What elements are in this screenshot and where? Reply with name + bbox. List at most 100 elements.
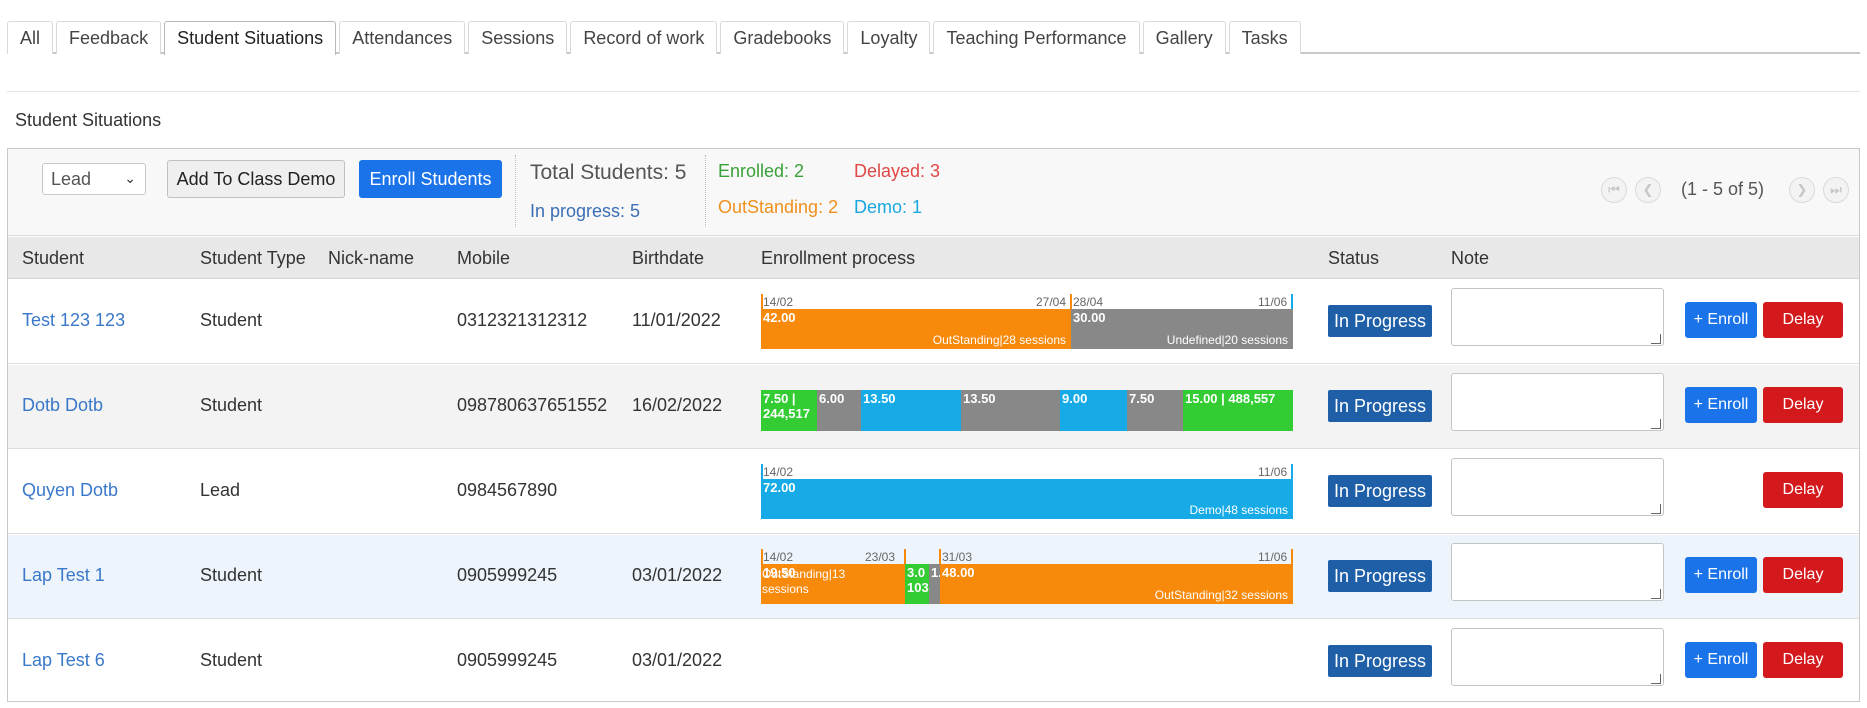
enroll-button[interactable]: + Enroll (1685, 387, 1757, 423)
col-mobile: Mobile (457, 248, 511, 268)
note-textarea[interactable] (1451, 628, 1664, 686)
col-note: Note (1451, 248, 1490, 268)
table-row: Lap Test 6 Student 0905999245 03/01/2022… (8, 620, 1859, 704)
student-name-link[interactable]: Lap Test 6 (22, 650, 105, 671)
segment-value: 9.00 (1062, 391, 1088, 406)
enrolled-segment: 3.0 103 (905, 564, 929, 604)
delay-button[interactable]: Delay (1763, 302, 1843, 338)
delay-button[interactable]: Delay (1763, 387, 1843, 423)
enroll-button[interactable]: + Enroll (1685, 642, 1757, 678)
demo-count: Demo: 1 (854, 197, 923, 217)
next-page-icon[interactable]: ❯ (1789, 177, 1815, 203)
undefined-segment: 30.00 Undefined|20 sessions (1071, 309, 1293, 349)
student-name-link[interactable]: Lap Test 1 (22, 565, 105, 586)
last-page-icon[interactable]: ⏭ (1823, 177, 1849, 203)
undefined-segment: 1. (929, 564, 940, 604)
enroll-students-button[interactable]: Enroll Students (359, 160, 502, 198)
segment-label: Undefined|20 sessions (1166, 333, 1288, 347)
resize-handle[interactable] (1651, 504, 1661, 514)
outstanding-segment: 19.50 OutStanding|13 sessions (761, 564, 905, 604)
table-row: Lap Test 1 Student 0905999245 03/01/2022… (8, 535, 1859, 619)
col-enrollment-process: Enrollment process (761, 248, 916, 268)
segment-value: 13.50 (963, 391, 996, 406)
tab-student-situations[interactable]: Student Situations (164, 21, 337, 55)
enrollment-process-bar: 14/02 11/06 72.00 Demo|48 sessions (761, 464, 1293, 519)
date-tick (904, 549, 906, 564)
note-textarea[interactable] (1451, 288, 1664, 346)
segment-value: 6.00 (819, 391, 845, 406)
table-row: Test 123 123 Student 0312321312312 11/01… (8, 280, 1859, 364)
in-progress-count: In progress: 5 (530, 201, 641, 221)
date-tick (1291, 549, 1293, 564)
type-filter-select[interactable]: Lead ⌄ (42, 163, 146, 195)
status-badge: In Progress (1328, 645, 1432, 677)
col-status: Status (1328, 248, 1380, 268)
col-nickname: Nick-name (328, 248, 415, 268)
first-page-icon[interactable]: ⏮ (1601, 177, 1627, 203)
tab-feedback[interactable]: Feedback (56, 21, 162, 54)
resize-handle[interactable] (1651, 419, 1661, 429)
tab-record-of-work[interactable]: Record of work (570, 21, 718, 54)
segment-value: 7.50 (1129, 391, 1155, 406)
enrollment-process-bar: 7.50 | 244,517 6.00 13.50 13.50 9.00 7.5… (761, 390, 1293, 431)
divider (7, 91, 1860, 92)
enrolled-segment: 15.00 | 488,557 (1183, 390, 1293, 431)
mobile: 0905999245 (457, 565, 558, 585)
enrolled-segment: 7.50 | 244,517 (761, 390, 817, 431)
tab-attendances[interactable]: Attendances (339, 21, 466, 54)
date-tick (939, 549, 941, 564)
delay-button[interactable]: Delay (1763, 557, 1843, 593)
segment-label: Demo|48 sessions (1189, 503, 1289, 517)
segment-value: 42.00 (763, 310, 796, 325)
resize-handle[interactable] (1651, 334, 1661, 344)
tab-gallery[interactable]: Gallery (1142, 21, 1226, 54)
resize-handle[interactable] (1651, 674, 1661, 684)
segment-value: 48.00 (942, 565, 975, 580)
note-textarea[interactable] (1451, 373, 1664, 431)
student-name-link[interactable]: Test 123 123 (22, 310, 125, 331)
tab-gradebooks[interactable]: Gradebooks (720, 21, 845, 54)
demo-segment: 72.00 Demo|48 sessions (761, 479, 1293, 519)
date-tick (1291, 464, 1293, 479)
enroll-button[interactable]: + Enroll (1685, 302, 1757, 338)
end-date: 11/06 (1258, 550, 1288, 564)
add-to-class-demo-button[interactable]: Add To Class Demo (167, 160, 345, 198)
select-value: Lead (51, 168, 92, 189)
delayed-count: Delayed: 3 (854, 161, 941, 181)
segment-value: 13.50 (863, 391, 896, 406)
enroll-button[interactable]: + Enroll (1685, 557, 1757, 593)
enrolled-count: Enrolled: 2 (718, 161, 805, 181)
resize-handle[interactable] (1651, 589, 1661, 599)
start-date: 14/02 (763, 465, 794, 479)
segment-value: 7.50 | 244,517 (763, 391, 810, 421)
demo-segment: 13.50 (861, 390, 961, 431)
student-type: Student (200, 310, 263, 330)
tab-teaching-performance[interactable]: Teaching Performance (933, 21, 1140, 54)
tab-sessions[interactable]: Sessions (468, 21, 568, 54)
section-title: Student Situations (15, 110, 162, 130)
table-row: Dotb Dotb Student 098780637651552 16/02/… (8, 365, 1859, 449)
mobile: 0905999245 (457, 650, 558, 670)
tab-tasks[interactable]: Tasks (1228, 21, 1301, 54)
tab-loyalty[interactable]: Loyalty (847, 21, 931, 54)
student-name-link[interactable]: Quyen Dotb (22, 480, 118, 501)
col-student-type: Student Type (200, 248, 306, 268)
segment-label: OutStanding|13 sessions (762, 567, 846, 596)
start-date: 14/02 (763, 295, 794, 309)
tab-all[interactable]: All (7, 21, 54, 54)
note-textarea[interactable] (1451, 543, 1664, 601)
delay-button[interactable]: Delay (1763, 642, 1843, 678)
table-header: Student Student Type Nick-name Mobile Bi… (8, 237, 1859, 279)
note-textarea[interactable] (1451, 458, 1664, 516)
student-type: Student (200, 650, 263, 670)
segment-label: OutStanding|32 sessions (1154, 588, 1288, 602)
pagination: ⏮ ❮ (1 - 5 of 5) ❯ ⏭ (1591, 175, 1859, 205)
student-name-link[interactable]: Dotb Dotb (22, 395, 103, 416)
status-badge: In Progress (1328, 305, 1432, 337)
outstanding-segment: 42.00 OutStanding|28 sessions (761, 309, 1071, 349)
mobile: 0312321312312 (457, 310, 588, 330)
delay-button[interactable]: Delay (1763, 472, 1843, 508)
toolbar: Lead ⌄ Add To Class Demo Enroll Students… (8, 149, 1859, 236)
segment-value: 30.00 (1073, 310, 1106, 325)
prev-page-icon[interactable]: ❮ (1635, 177, 1661, 203)
